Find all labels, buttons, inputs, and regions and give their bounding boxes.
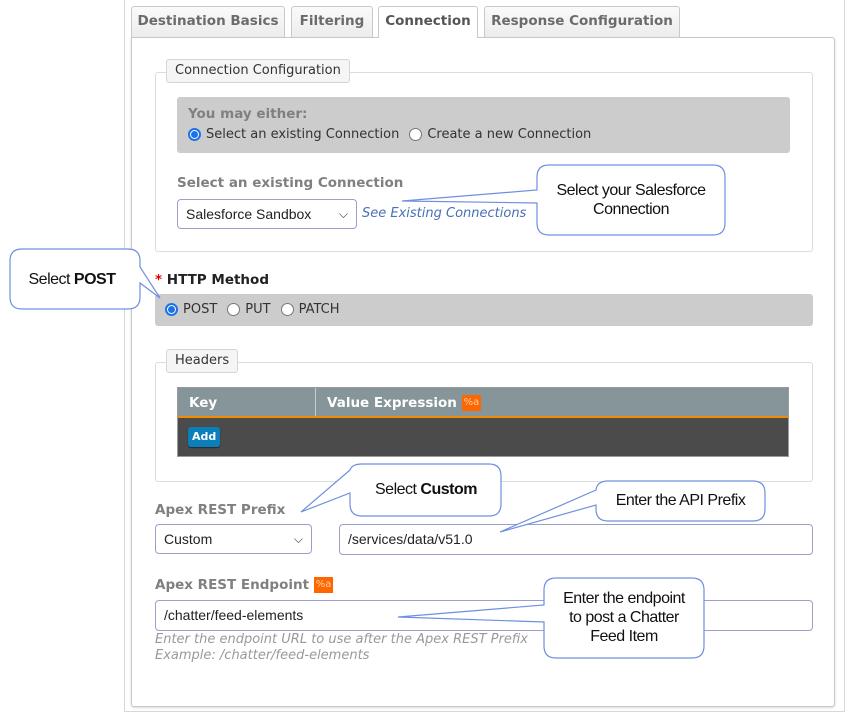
callout-endpoint-text: Enter the endpoint to post a Chatter Fee… bbox=[546, 589, 702, 646]
connection-choice-box: You may either: Select an existing Conne… bbox=[177, 97, 790, 153]
apex-rest-endpoint-label: Apex REST Endpoint %a bbox=[155, 577, 334, 593]
callout-bold: Custom bbox=[420, 481, 477, 498]
callout-line: to post a Chatter bbox=[569, 609, 679, 626]
column-header-key: Key bbox=[178, 388, 316, 416]
tab-destination-basics[interactable]: Destination Basics bbox=[131, 6, 285, 37]
create-new-label[interactable]: Create a new Connection bbox=[427, 127, 591, 142]
select-existing-connection-label: Select an existing Connection bbox=[177, 175, 404, 191]
required-marker: * bbox=[155, 272, 163, 288]
tab-filtering[interactable]: Filtering bbox=[291, 6, 373, 37]
add-header-button[interactable]: Add bbox=[188, 427, 221, 447]
endpoint-example-text: Example: /chatter/feed-elements bbox=[155, 648, 370, 663]
endpoint-help-text: Enter the endpoint URL to use after the … bbox=[155, 632, 528, 647]
apex-rest-prefix-select-value: Custom bbox=[164, 531, 213, 547]
post-label[interactable]: POST bbox=[183, 302, 217, 317]
tab-connection[interactable]: Connection bbox=[378, 6, 478, 38]
patch-label[interactable]: PATCH bbox=[299, 302, 340, 317]
callout-bold: POST bbox=[73, 271, 116, 288]
see-existing-connections-link[interactable]: See Existing Connections bbox=[362, 206, 526, 221]
expression-icon[interactable]: %a bbox=[461, 395, 482, 411]
headers-legend: Headers bbox=[166, 349, 239, 373]
headers-table-head: Key Value Expression %a bbox=[178, 388, 788, 418]
select-existing-radio[interactable] bbox=[188, 128, 201, 141]
callout-line: Enter the endpoint bbox=[563, 590, 685, 607]
chevron-down-icon: ⌵ bbox=[338, 207, 348, 221]
post-radio[interactable] bbox=[165, 303, 178, 316]
connection-configuration-legend: Connection Configuration bbox=[166, 59, 350, 83]
callout-custom-text: Select Custom bbox=[352, 480, 500, 499]
put-radio[interactable] bbox=[227, 303, 241, 316]
select-existing-label[interactable]: Select an existing Connection bbox=[206, 127, 399, 142]
connection-select-value: Salesforce Sandbox bbox=[186, 206, 312, 222]
choice-prompt: You may either: bbox=[188, 106, 308, 122]
headers-table-body: Add bbox=[178, 418, 788, 456]
apex-rest-endpoint-label-text: Apex REST Endpoint bbox=[155, 577, 310, 593]
apex-rest-endpoint-input[interactable]: /chatter/feed-elements bbox=[155, 600, 813, 631]
chevron-down-icon: ⌵ bbox=[293, 532, 303, 546]
callout-post-text: Select POST bbox=[12, 270, 132, 289]
callout-prefix: Select bbox=[28, 271, 74, 288]
apex-rest-prefix-label: Apex REST Prefix bbox=[155, 502, 286, 518]
http-method-label: * HTTP Method bbox=[155, 272, 269, 288]
tab-response-configuration[interactable]: Response Configuration bbox=[484, 6, 680, 37]
callout-line: Select your Salesforce bbox=[556, 182, 706, 199]
callout-line: Feed Item bbox=[590, 628, 658, 645]
http-method-radios: POST PUT PATCH bbox=[165, 302, 350, 317]
callout-salesforce-connection-text: Select your Salesforce Connection bbox=[541, 181, 721, 219]
connection-choice-radios: Select an existing Connection Create a n… bbox=[188, 127, 601, 142]
put-label[interactable]: PUT bbox=[245, 302, 270, 317]
column-header-value-expression: Value Expression %a bbox=[316, 388, 482, 416]
expression-icon[interactable]: %a bbox=[313, 577, 334, 593]
callout-api-prefix-text: Enter the API Prefix bbox=[615, 492, 746, 509]
value-expression-text: Value Expression bbox=[327, 395, 457, 411]
callout-line: Connection bbox=[593, 201, 669, 218]
connection-panel: Connection Configuration You may either:… bbox=[131, 37, 835, 707]
callout-prefix: Select bbox=[375, 481, 421, 498]
headers-table: Key Value Expression %a Add bbox=[177, 387, 789, 457]
create-new-radio[interactable] bbox=[409, 128, 423, 141]
patch-radio[interactable] bbox=[280, 303, 294, 316]
connection-select[interactable]: Salesforce Sandbox ⌵ bbox=[177, 199, 357, 229]
apex-rest-prefix-input[interactable]: /services/data/v51.0 bbox=[339, 524, 813, 555]
http-method-label-text: HTTP Method bbox=[166, 272, 269, 288]
apex-rest-prefix-select[interactable]: Custom ⌵ bbox=[155, 524, 312, 554]
http-method-box: POST PUT PATCH bbox=[155, 294, 813, 326]
